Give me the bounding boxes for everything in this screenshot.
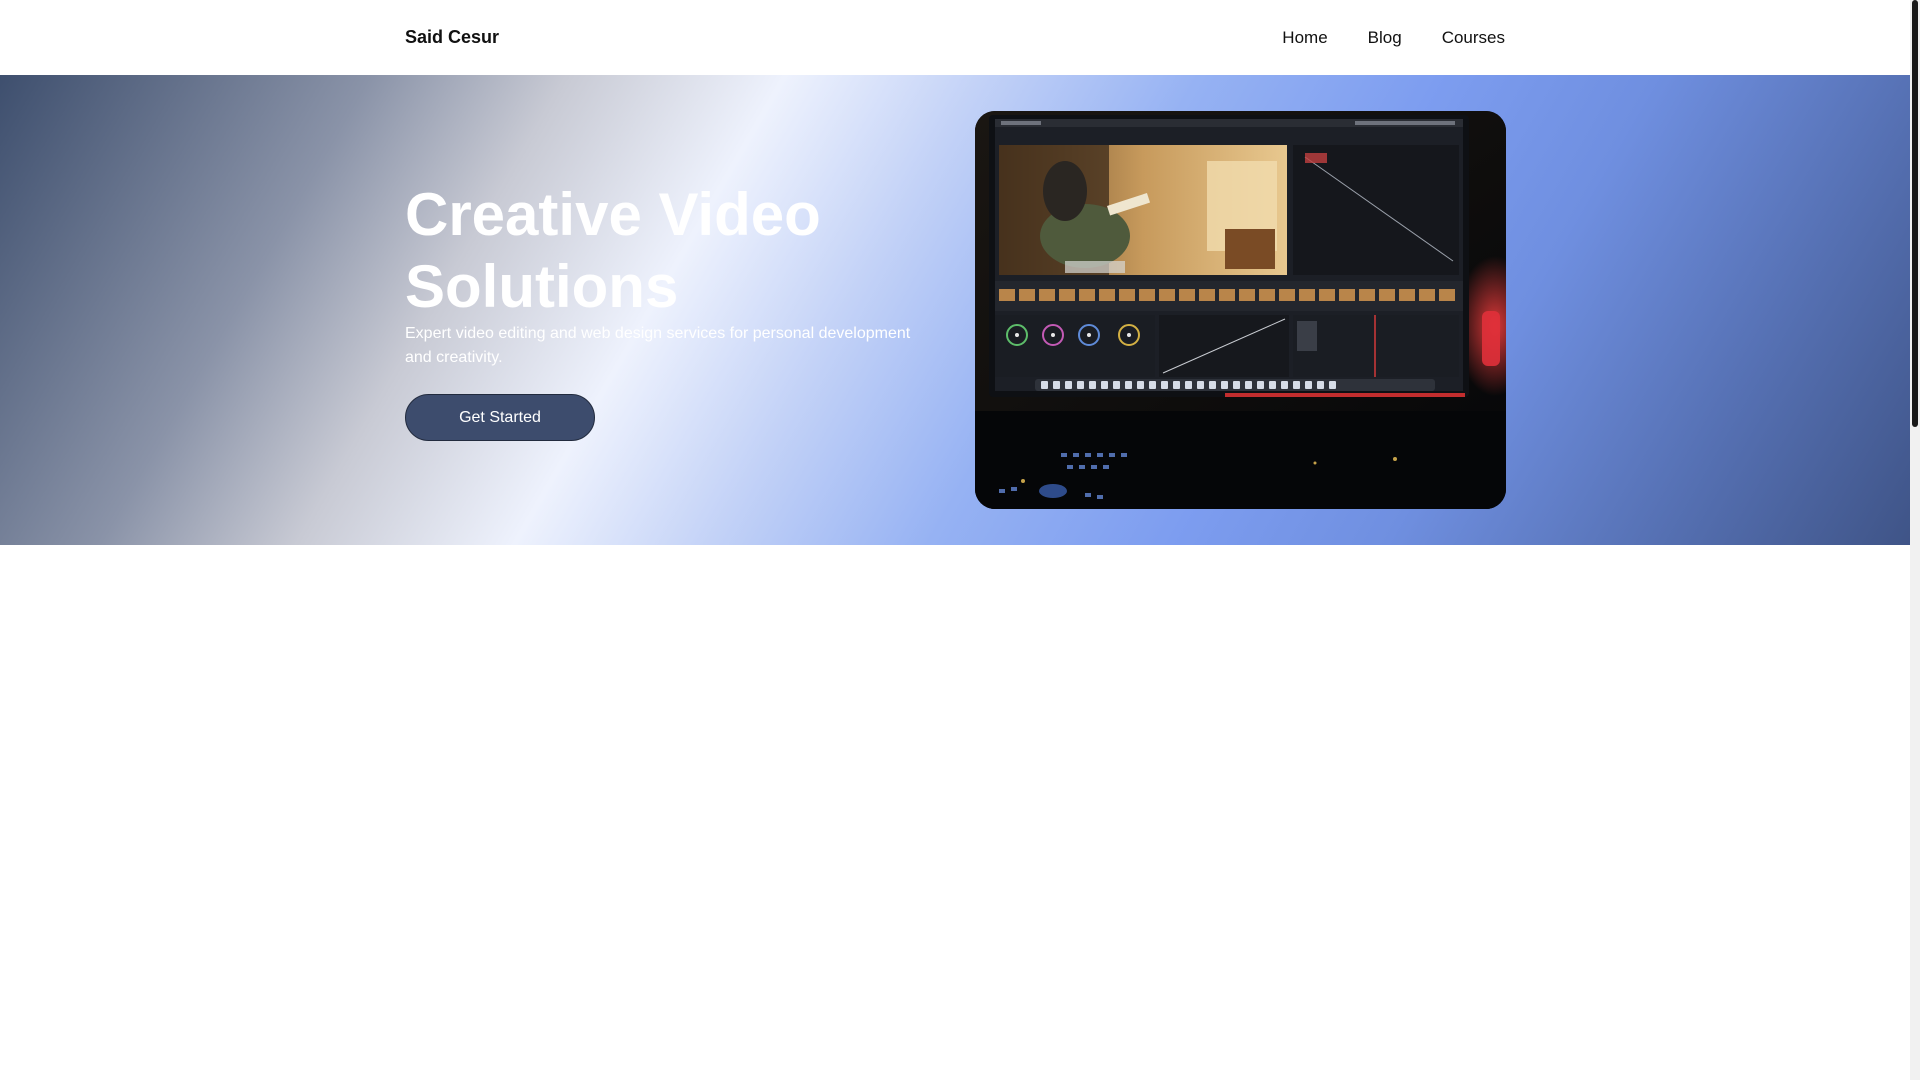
vertical-scrollbar[interactable] [1910, 0, 1920, 1080]
brand-logo[interactable]: Said Cesur [405, 26, 499, 48]
scrollbar-thumb[interactable] [1912, 0, 1918, 427]
browser-viewport: Said Cesur Home Blog Courses Creative Vi… [0, 0, 1920, 1080]
nav-link-courses[interactable]: Courses [1442, 27, 1505, 49]
site-header: Said Cesur Home Blog Courses [0, 0, 1910, 75]
hero-title: Creative Video Solutions [405, 181, 821, 320]
hero-section: Creative Video Solutions Expert video ed… [0, 75, 1910, 545]
hero-image [975, 111, 1506, 509]
hero-subtitle: Expert video editing and web design serv… [405, 325, 911, 366]
main-nav: Home Blog Courses [1282, 27, 1505, 49]
page: Said Cesur Home Blog Courses Creative Vi… [0, 0, 1910, 1080]
get-started-button[interactable]: Get Started [405, 394, 595, 441]
video-editing-monitor-photo-icon [975, 111, 1506, 509]
nav-link-blog[interactable]: Blog [1368, 27, 1402, 49]
nav-link-home[interactable]: Home [1282, 27, 1327, 49]
